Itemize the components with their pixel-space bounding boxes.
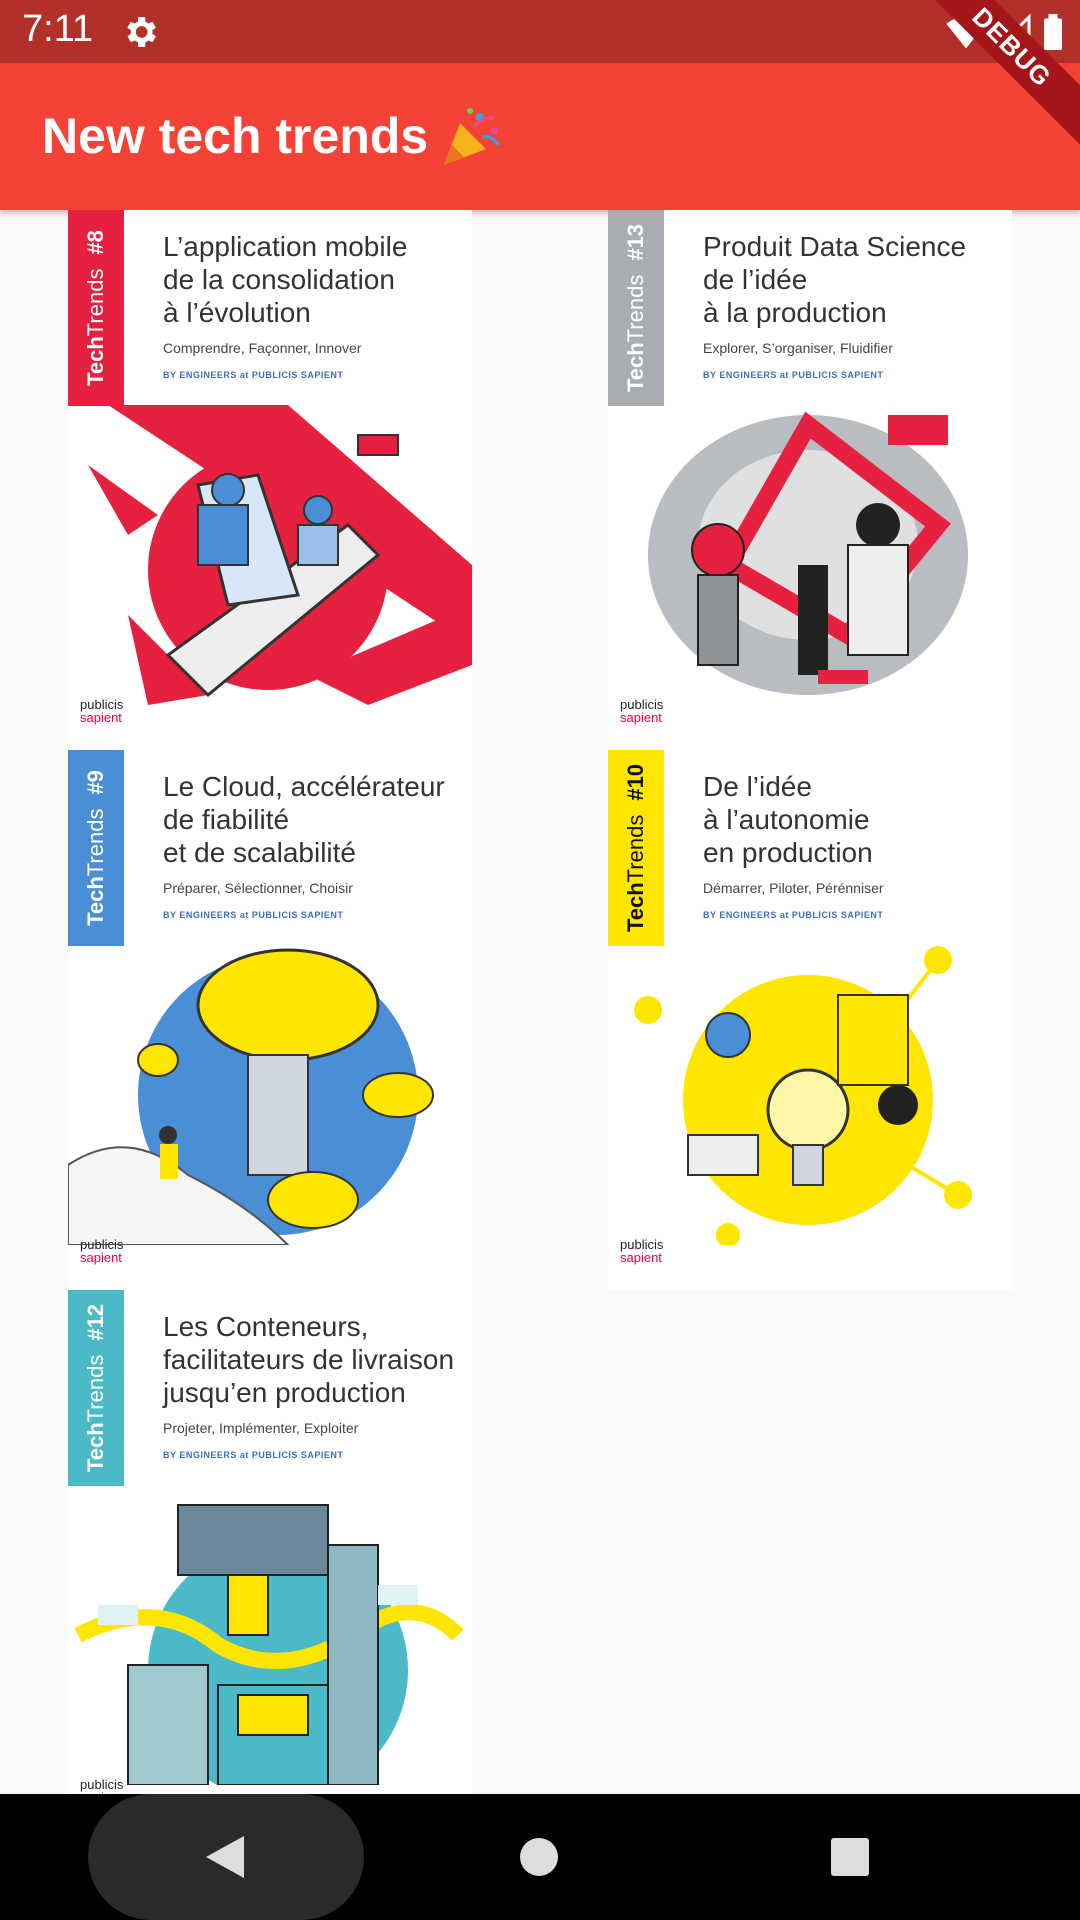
cover-card[interactable]: TechTrends#8 L’application mobile de la c… <box>68 210 472 750</box>
cover-byline: BY ENGINEERS at PUBLICIS SAPIENT <box>703 910 884 920</box>
band-label: TechTrends#9 <box>83 770 108 926</box>
cover-subtitle: Explorer, S’organiser, Fluidifier <box>703 340 893 356</box>
band-label: TechTrends#12 <box>83 1303 108 1473</box>
cover-band: TechTrends#9 <box>68 750 124 946</box>
cover-card[interactable]: TechTrends#13 Produit Data Science de l’i… <box>608 210 1012 750</box>
cover-subtitle: Comprendre, Façonner, Innover <box>163 340 362 356</box>
cover-illustration <box>648 411 968 695</box>
cover-card[interactable]: TechTrends#9 Le Cloud, accélérateur de fi… <box>68 750 472 1290</box>
home-icon[interactable] <box>520 1838 558 1876</box>
publisher-logo: publicissapient <box>620 1237 664 1265</box>
cover-band: TechTrends#12 <box>68 1290 124 1486</box>
cover-card[interactable]: TechTrends#12 Les Conteneurs, facilitateu… <box>68 1290 472 1794</box>
cover-band: TechTrends#10 <box>608 750 664 946</box>
app-bar: New tech trends <box>0 63 1080 210</box>
navigation-bar <box>0 1794 1080 1920</box>
cover-subtitle: Préparer, Sélectionner, Choisir <box>163 880 353 896</box>
cover-illustration <box>88 405 472 705</box>
publisher-logo: publicissapient <box>620 697 664 725</box>
status-time: 7:11 <box>22 8 94 50</box>
cover-byline: BY ENGINEERS at PUBLICIS SAPIENT <box>163 1450 344 1460</box>
publisher-logo: publicissapient <box>80 1237 124 1265</box>
page-title: New tech trends <box>42 108 429 164</box>
gear-icon <box>127 17 156 47</box>
cover-title: Le Cloud, accélérateur de fiabilité et de … <box>163 771 445 868</box>
party-popper-icon <box>444 108 500 165</box>
cover-title: Les Conteneurs, facilitateurs de livraiso… <box>163 1311 455 1408</box>
cover-illustration <box>634 946 972 1245</box>
back-icon[interactable] <box>206 1836 244 1878</box>
techtrends-grid[interactable]: TechTrends#8 L’application mobile de la c… <box>0 210 1080 1794</box>
recents-icon[interactable] <box>831 1838 869 1876</box>
cover-illustration <box>68 948 434 1245</box>
band-label: TechTrends#10 <box>623 763 648 933</box>
cover-illustration <box>74 1504 464 1785</box>
status-bar: 7:11 <box>0 0 1080 63</box>
band-label: TechTrends#8 <box>83 230 108 386</box>
cover-band: TechTrends#13 <box>608 210 664 406</box>
publisher-logo: publicissapient <box>80 697 124 725</box>
cover-card[interactable]: TechTrends#10 De l’idée à l’autonomie en p… <box>608 750 1012 1290</box>
cover-subtitle: Projeter, Implémenter, Exploiter <box>163 1420 359 1436</box>
cover-title: De l’idée à l’autonomie en production <box>703 771 873 868</box>
cover-byline: BY ENGINEERS at PUBLICIS SAPIENT <box>703 370 884 380</box>
band-label: TechTrends#13 <box>623 223 648 393</box>
cover-byline: BY ENGINEERS at PUBLICIS SAPIENT <box>163 910 344 920</box>
cover-title: Produit Data Science de l’idée à la produc… <box>703 231 967 328</box>
cover-band: TechTrends#8 <box>68 210 124 406</box>
battery-icon <box>1044 14 1062 50</box>
cover-byline: BY ENGINEERS at PUBLICIS SAPIENT <box>163 370 344 380</box>
publisher-logo: publicissapient <box>80 1777 124 1794</box>
cover-subtitle: Démarrer, Piloter, Pérénniser <box>703 880 884 896</box>
cover-title: L’application mobile de la consolidation à… <box>163 231 408 328</box>
